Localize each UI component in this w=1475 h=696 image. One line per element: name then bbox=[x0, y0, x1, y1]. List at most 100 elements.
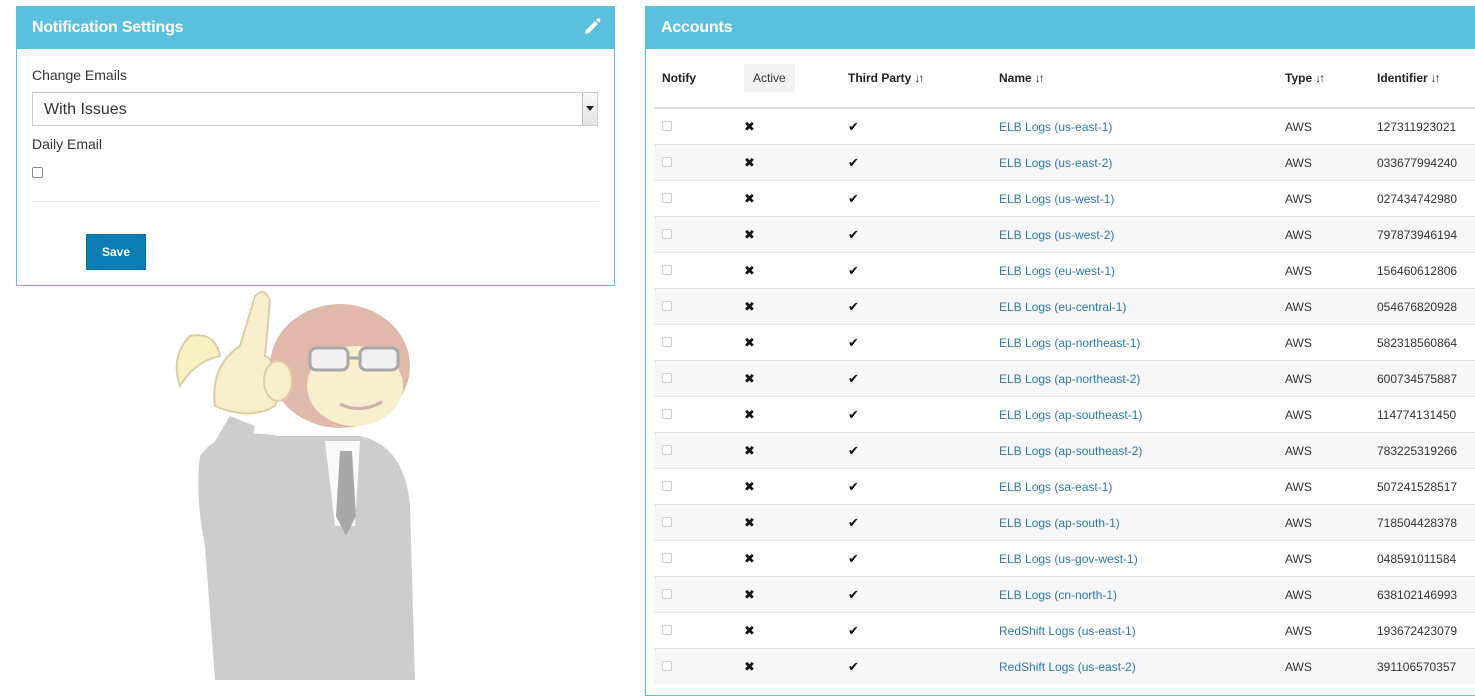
column-name-label: Name bbox=[999, 71, 1032, 85]
column-notify-label: Notify bbox=[662, 71, 696, 85]
column-active[interactable]: Active bbox=[736, 49, 840, 109]
notify-checkbox[interactable] bbox=[662, 336, 672, 347]
table-row: ✖ ✔ ELB Logs (ap-south-1) AWS 718504428378 bbox=[654, 504, 1475, 541]
account-identifier: 600734575887 bbox=[1369, 360, 1475, 397]
column-type[interactable]: Type ↓↑ bbox=[1277, 49, 1369, 109]
account-type: AWS bbox=[1277, 180, 1369, 217]
notify-checkbox[interactable] bbox=[662, 192, 672, 203]
third-party-cell: ✔ bbox=[840, 252, 991, 289]
notify-cell bbox=[654, 216, 736, 253]
notify-cell bbox=[654, 612, 736, 649]
account-name-link[interactable]: ELB Logs (us-east-1) bbox=[991, 107, 1277, 145]
table-row: ✖ ✔ ELB Logs (cn-north-1) AWS 638102146993 bbox=[654, 576, 1475, 613]
monkey-mascot-illustration bbox=[175, 291, 415, 680]
notify-checkbox[interactable] bbox=[662, 264, 672, 275]
third-party-cell: ✔ bbox=[840, 468, 991, 505]
pencil-icon[interactable] bbox=[582, 17, 602, 37]
active-cell: ✖ bbox=[736, 252, 840, 289]
table-row: ✖ ✔ ELB Logs (us-east-2) AWS 033677994240 bbox=[654, 144, 1475, 181]
x-mark-icon: ✖ bbox=[744, 226, 755, 242]
notify-checkbox[interactable] bbox=[662, 660, 672, 671]
notify-checkbox[interactable] bbox=[662, 480, 672, 491]
x-mark-icon: ✖ bbox=[744, 154, 755, 170]
notify-checkbox[interactable] bbox=[662, 588, 672, 599]
panel-title: Notification Settings bbox=[32, 19, 184, 36]
account-identifier: 054676820928 bbox=[1369, 288, 1475, 325]
table-row: ✖ ✔ ELB Logs (ap-northeast-2) AWS 6007345758… bbox=[654, 360, 1475, 397]
account-name-link[interactable]: ELB Logs (ap-northeast-1) bbox=[991, 324, 1277, 361]
account-name-link[interactable]: ELB Logs (cn-north-1) bbox=[991, 576, 1277, 613]
checkmark-icon: ✔ bbox=[848, 370, 859, 386]
account-name-link[interactable]: RedShift Logs (us-east-1) bbox=[991, 612, 1277, 649]
account-name-link[interactable]: ELB Logs (eu-central-1) bbox=[991, 288, 1277, 325]
account-name-link[interactable]: ELB Logs (us-west-2) bbox=[991, 216, 1277, 253]
x-mark-icon: ✖ bbox=[744, 658, 755, 674]
x-mark-icon: ✖ bbox=[744, 262, 755, 278]
notify-cell bbox=[654, 252, 736, 289]
account-identifier: 033677994240 bbox=[1369, 144, 1475, 181]
column-type-label: Type bbox=[1285, 71, 1313, 85]
account-type: AWS bbox=[1277, 288, 1369, 325]
change-emails-select[interactable]: With Issues bbox=[32, 92, 598, 126]
account-type: AWS bbox=[1277, 324, 1369, 361]
x-mark-icon: ✖ bbox=[744, 190, 755, 206]
notify-checkbox[interactable] bbox=[662, 300, 672, 311]
x-mark-icon: ✖ bbox=[744, 334, 755, 350]
save-button[interactable]: Save bbox=[86, 234, 146, 270]
account-name-link[interactable]: ELB Logs (ap-northeast-2) bbox=[991, 360, 1277, 397]
table-header-row: Notify Active Third Party ↓↑ Name ↓↑ Type ↓… bbox=[654, 49, 1475, 109]
third-party-cell: ✔ bbox=[840, 107, 991, 145]
notify-checkbox[interactable] bbox=[662, 516, 672, 527]
account-name-link[interactable]: ELB Logs (ap-southeast-2) bbox=[991, 432, 1277, 469]
x-mark-icon: ✖ bbox=[744, 622, 755, 638]
notify-checkbox[interactable] bbox=[662, 552, 672, 563]
notify-checkbox[interactable] bbox=[662, 444, 672, 455]
account-name-link[interactable]: ELB Logs (ap-south-1) bbox=[991, 504, 1277, 541]
accounts-table: Notify Active Third Party ↓↑ Name ↓↑ Type ↓… bbox=[654, 49, 1475, 684]
notify-cell bbox=[654, 468, 736, 505]
account-name-link[interactable]: ELB Logs (eu-west-1) bbox=[991, 252, 1277, 289]
checkmark-icon: ✔ bbox=[848, 586, 859, 602]
active-cell: ✖ bbox=[736, 216, 840, 253]
notify-checkbox[interactable] bbox=[662, 624, 672, 635]
column-third-party-label: Third Party bbox=[848, 71, 912, 85]
notify-cell bbox=[654, 107, 736, 145]
notify-checkbox[interactable] bbox=[662, 408, 672, 419]
daily-email-checkbox[interactable] bbox=[32, 167, 43, 178]
column-name[interactable]: Name ↓↑ bbox=[991, 49, 1277, 109]
account-identifier: 114774131450 bbox=[1369, 396, 1475, 433]
checkmark-icon: ✔ bbox=[848, 154, 859, 170]
third-party-cell: ✔ bbox=[840, 576, 991, 613]
active-cell: ✖ bbox=[736, 288, 840, 325]
column-identifier[interactable]: Identifier ↓↑ bbox=[1369, 49, 1475, 109]
column-identifier-label: Identifier bbox=[1377, 71, 1428, 85]
account-name-link[interactable]: ELB Logs (ap-southeast-1) bbox=[991, 396, 1277, 433]
account-type: AWS bbox=[1277, 504, 1369, 541]
account-name-link[interactable]: ELB Logs (us-west-1) bbox=[991, 180, 1277, 217]
notify-checkbox[interactable] bbox=[662, 228, 672, 239]
column-third-party[interactable]: Third Party ↓↑ bbox=[840, 49, 991, 109]
account-identifier: 718504428378 bbox=[1369, 504, 1475, 541]
account-name-link[interactable]: ELB Logs (us-gov-west-1) bbox=[991, 540, 1277, 577]
notify-checkbox[interactable] bbox=[662, 156, 672, 167]
checkmark-icon: ✔ bbox=[848, 658, 859, 674]
account-name-link[interactable]: ELB Logs (us-east-2) bbox=[991, 144, 1277, 181]
x-mark-icon: ✖ bbox=[744, 514, 755, 530]
account-name-link[interactable]: ELB Logs (sa-east-1) bbox=[991, 468, 1277, 505]
account-identifier: 048591011584 bbox=[1369, 540, 1475, 577]
account-identifier: 193672423079 bbox=[1369, 612, 1475, 649]
accounts-panel: Accounts Notify Active Third Party ↓↑ Nam… bbox=[645, 6, 1475, 696]
account-identifier: 582318560864 bbox=[1369, 324, 1475, 361]
third-party-cell: ✔ bbox=[840, 504, 991, 541]
table-row: ✖ ✔ RedShift Logs (us-east-2) AWS 3911065703… bbox=[654, 648, 1475, 684]
notify-checkbox[interactable] bbox=[662, 372, 672, 383]
notification-settings-panel: Notification Settings Change Emails With… bbox=[16, 6, 615, 286]
notify-checkbox[interactable] bbox=[662, 120, 672, 131]
change-emails-label: Change Emails bbox=[32, 67, 127, 83]
account-type: AWS bbox=[1277, 144, 1369, 181]
notify-cell bbox=[654, 180, 736, 217]
account-identifier: 797873946194 bbox=[1369, 216, 1475, 253]
account-type: AWS bbox=[1277, 432, 1369, 469]
table-row: ✖ ✔ ELB Logs (us-east-1) AWS 127311923021 bbox=[654, 107, 1475, 145]
account-name-link[interactable]: RedShift Logs (us-east-2) bbox=[991, 648, 1277, 684]
